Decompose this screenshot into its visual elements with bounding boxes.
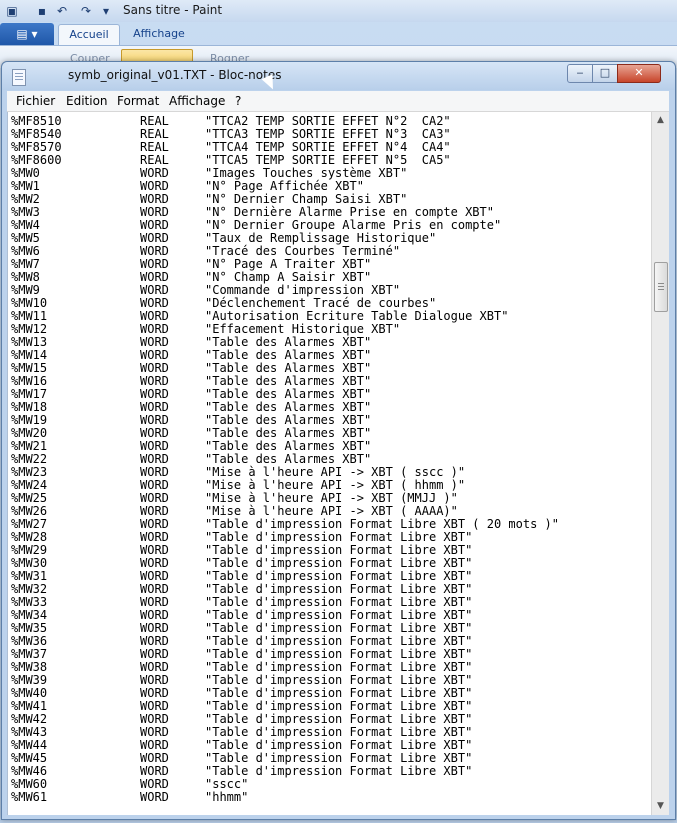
scrollbar-thumb[interactable]: [654, 262, 668, 312]
scroll-up-arrow-icon[interactable]: ▲: [652, 112, 669, 129]
text-editor-area[interactable]: %MF8510 REAL "TTCA2 TEMP SORTIE EFFET N°2 …: [7, 112, 651, 815]
paint-window-title: Sans titre - Paint: [123, 3, 223, 17]
menu-format[interactable]: Format: [117, 94, 159, 108]
menu-edition[interactable]: Edition: [66, 94, 108, 108]
menu-affichage[interactable]: Affichage: [169, 94, 225, 108]
undo-icon[interactable]: ↶: [54, 3, 70, 19]
scroll-down-arrow-icon[interactable]: ▼: [652, 798, 669, 815]
notepad-menubar: Fichier Edition Format Affichage ?: [7, 91, 669, 112]
menu-help[interactable]: ?: [235, 94, 241, 108]
notepad-window-title: symb_original_v01.TXT - Bloc-notes: [68, 68, 282, 82]
close-button[interactable]: ✕: [617, 64, 661, 83]
maximize-button[interactable]: □: [592, 64, 618, 83]
comment-text: "hhmm": [205, 790, 249, 804]
symbol-text: %MW61: [11, 790, 48, 804]
menu-fichier[interactable]: Fichier: [16, 94, 55, 108]
save-icon[interactable]: ▪: [34, 3, 50, 19]
notepad-app-icon: [12, 69, 26, 86]
notepad-window: symb_original_v01.TXT - Bloc-notes ‒ □ ✕…: [1, 61, 676, 820]
ribbon-tab-accueil[interactable]: Accueil: [58, 24, 120, 45]
minimize-button[interactable]: ‒: [567, 64, 593, 83]
paint-app-icon: ▣: [6, 4, 18, 18]
paint-titlebar: ▣ ▪ ↶ ↷ ▾ Sans titre - Paint: [0, 0, 677, 22]
type-text: WORD: [140, 790, 169, 804]
ribbon-tab-affichage[interactable]: Affichage: [124, 24, 194, 44]
redo-icon[interactable]: ↷: [78, 3, 94, 19]
notepad-titlebar[interactable]: symb_original_v01.TXT - Bloc-notes ‒ □ ✕: [2, 62, 675, 92]
vertical-scrollbar[interactable]: ▲ ▼: [651, 112, 669, 815]
paint-menu-button[interactable]: ▤ ▾: [0, 23, 54, 45]
quick-access-dropdown-icon[interactable]: ▾: [98, 3, 114, 19]
